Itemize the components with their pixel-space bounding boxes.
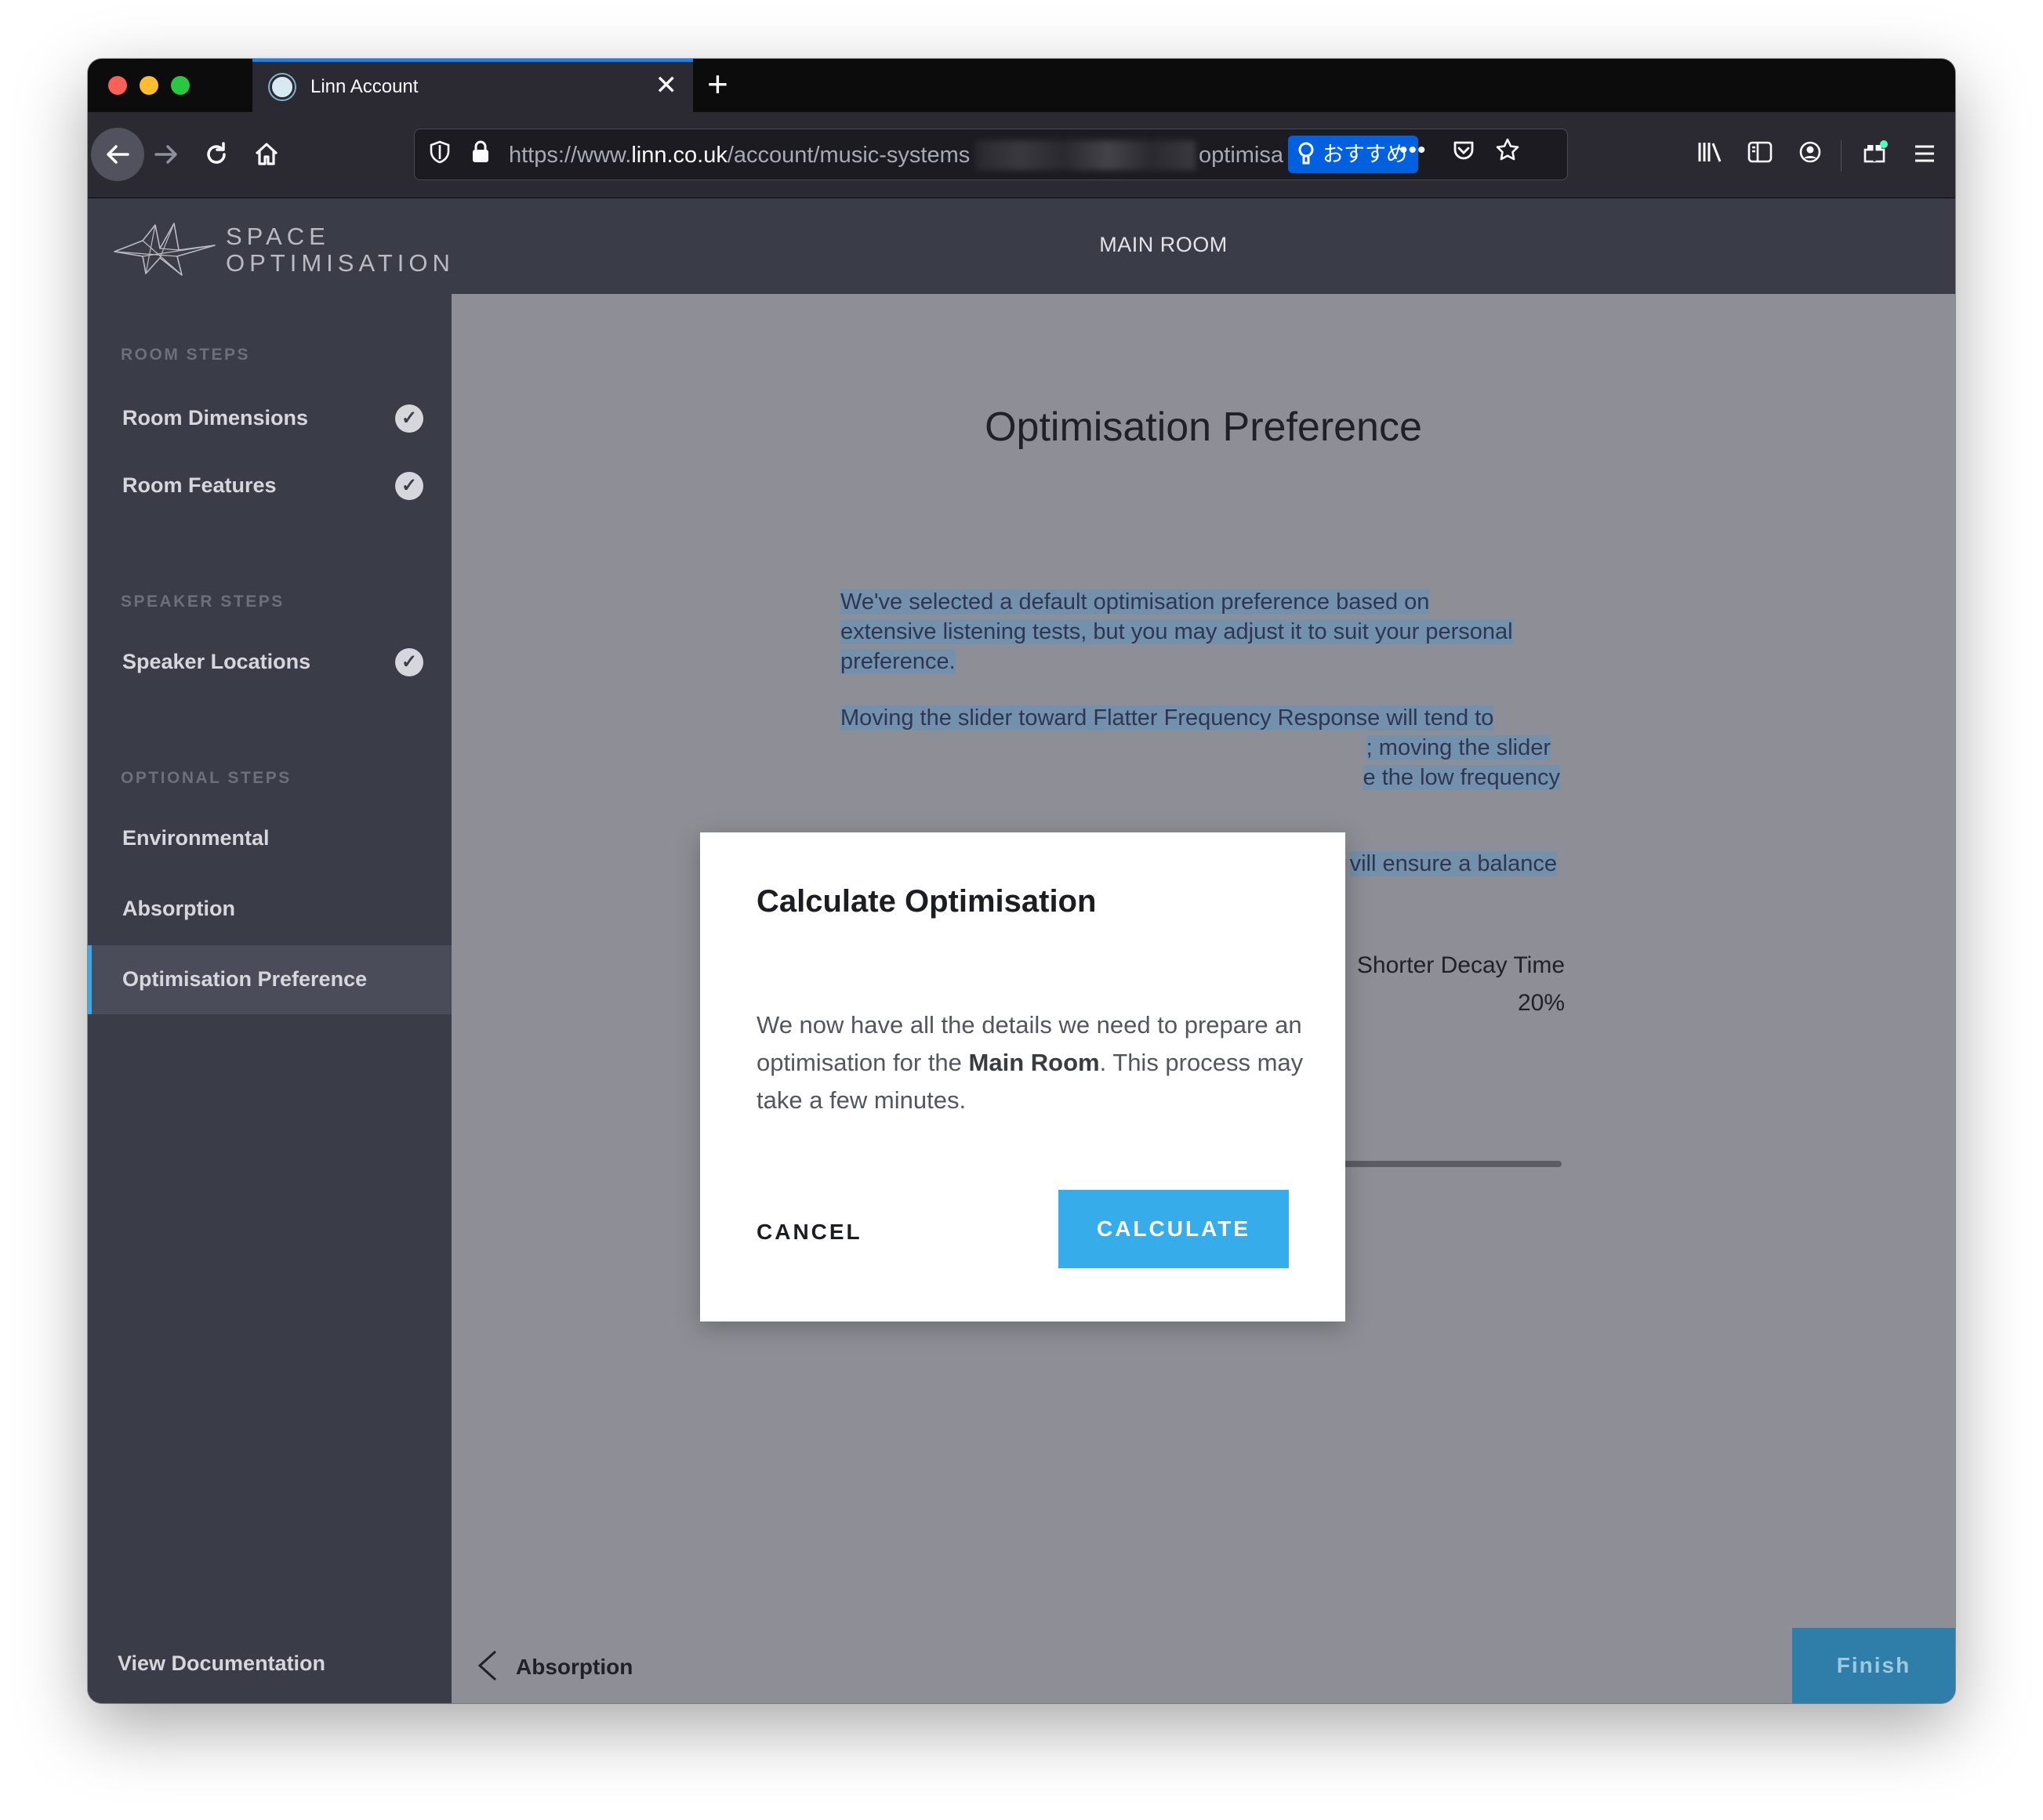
url-domain: linn.co.uk [631, 143, 728, 168]
tab-title: Linn Account [310, 76, 419, 97]
app-header: MAIN ROOM [452, 198, 1955, 294]
sidebar-item-label: Environmental [122, 826, 270, 850]
library-icon[interactable] [1692, 137, 1728, 173]
dialog-title: Calculate Optimisation [757, 884, 1097, 919]
room-steps-heading: ROOM STEPS [121, 346, 251, 364]
checkmark-icon: ✓ [395, 404, 423, 433]
close-window-button[interactable] [108, 76, 127, 95]
previous-step-label: Absorption [516, 1655, 633, 1679]
pocket-icon[interactable] [1448, 139, 1479, 170]
explanation-line: Moving the slider toward Flatter Frequen… [840, 705, 1494, 731]
sidebar-item-environmental[interactable]: Environmental [88, 804, 452, 873]
cancel-button[interactable]: CANCEL [757, 1220, 862, 1245]
tab-linn-account[interactable]: Linn Account ✕ [252, 59, 693, 112]
slider-right-label: Shorter Decay Time [1356, 952, 1565, 978]
intro-line: preference. [840, 649, 956, 674]
browser-window: Linn Account ✕ + https://www.linn.co.uk/… [88, 59, 1955, 1703]
intro-line: We've selected a default optimisation pr… [840, 589, 1430, 615]
account-icon[interactable] [1792, 137, 1828, 173]
url-text[interactable]: https://www.linn.co.uk/account/music-sys… [509, 143, 970, 169]
sidebar-item-room-features[interactable]: Room Features ✓ [88, 451, 452, 520]
steps-sidebar: SPACE OPTIMISATION ROOM STEPS Room Dimen… [88, 198, 452, 1703]
sidebar-item-absorption[interactable]: Absorption [88, 875, 452, 944]
logo-mark-icon [114, 223, 216, 276]
sidebar-item-label: Room Dimensions [122, 406, 309, 430]
lock-icon[interactable] [466, 140, 495, 169]
reload-icon [207, 142, 226, 164]
explanation-line: e the low frequency [1363, 765, 1560, 790]
tab-close-icon[interactable]: ✕ [655, 70, 678, 101]
space-optimisation-app: SPACE OPTIMISATION ROOM STEPS Room Dimen… [88, 198, 1955, 1703]
forward-button[interactable] [140, 128, 193, 181]
home-icon [255, 143, 278, 165]
sidebar-item-label: Absorption [122, 897, 235, 920]
page-title: Optimisation Preference [985, 404, 1422, 450]
bookmark-star-icon[interactable] [1492, 137, 1523, 169]
home-button[interactable] [240, 128, 293, 181]
speaker-steps-heading: SPEAKER STEPS [121, 593, 285, 611]
slider-explanation-paragraph: Moving the slider toward Flatter Frequen… [840, 703, 1562, 792]
balance-line: vill ensure a balance [1349, 851, 1557, 876]
new-tab-button[interactable]: + [707, 62, 728, 106]
lightbulb-icon [1297, 136, 1315, 179]
intro-paragraph: We've selected a default optimisation pr… [840, 587, 1562, 676]
sidebar-item-room-dimensions[interactable]: Room Dimensions ✓ [88, 384, 452, 453]
redacted-url-segment [976, 140, 1196, 170]
view-documentation-link[interactable]: View Documentation [118, 1651, 325, 1676]
calculate-button[interactable]: CALCULATE [1058, 1190, 1289, 1268]
intro-line: extensive listening tests, but you may a… [840, 619, 1513, 644]
explanation-line: ; moving the slider [1366, 735, 1551, 760]
dialog-room-name: Main Room [968, 1049, 1100, 1076]
forward-arrow-icon [154, 145, 177, 164]
page-actions-more-icon[interactable]: ••• [1399, 137, 1427, 164]
sidebar-toggle-icon[interactable] [1742, 137, 1778, 173]
minimize-window-button[interactable] [140, 76, 158, 95]
reload-button[interactable] [190, 128, 243, 181]
checkmark-icon: ✓ [395, 472, 423, 500]
sidebar-item-label: Optimisation Preference [122, 967, 368, 991]
notification-dot [1880, 140, 1888, 148]
tab-strip: Linn Account ✕ + [88, 59, 1955, 112]
url-prefix: https://www. [509, 143, 632, 168]
logo-line-space: SPACE [226, 223, 330, 250]
hamburger-menu-icon[interactable] [1907, 137, 1943, 173]
sidebar-item-label: Speaker Locations [122, 650, 311, 673]
back-button[interactable] [91, 128, 144, 181]
dialog-body: We now have all the details we need to p… [757, 1006, 1305, 1119]
finish-button[interactable]: Finish [1792, 1628, 1955, 1703]
sidebar-item-speaker-locations[interactable]: Speaker Locations ✓ [88, 628, 452, 697]
step-footer: Absorption Finish [452, 1628, 1955, 1703]
toolbar-separator [1841, 140, 1842, 172]
sidebar-item-label: Room Features [122, 473, 277, 497]
room-name: MAIN ROOM [1099, 233, 1228, 256]
linn-favicon-icon [270, 74, 295, 100]
checkmark-icon: ✓ [395, 648, 423, 676]
zoom-window-button[interactable] [171, 76, 190, 95]
tracking-shield-icon[interactable] [426, 140, 454, 169]
recommendation-label: おすすめ [1323, 143, 1407, 166]
logo-text: SPACE OPTIMISATION [226, 223, 455, 277]
navigation-toolbar: https://www.linn.co.uk/account/music-sys… [88, 112, 1955, 198]
sidebar-item-optimisation-preference[interactable]: Optimisation Preference [88, 945, 452, 1014]
space-optimisation-logo: SPACE OPTIMISATION [111, 217, 450, 280]
optional-steps-heading: OPTIONAL STEPS [121, 769, 292, 787]
url-tail: optimisa [1199, 143, 1283, 168]
extensions-icon[interactable] [1856, 137, 1892, 173]
url-path: /account/music-systems [727, 143, 971, 168]
address-bar[interactable]: https://www.linn.co.uk/account/music-sys… [414, 129, 1568, 180]
back-arrow-icon [107, 145, 129, 164]
slider-value: 20% [1517, 990, 1565, 1016]
chevron-left-icon [474, 1647, 500, 1691]
logo-line-optimisation: OPTIMISATION [226, 249, 455, 277]
calculate-optimisation-dialog: Calculate Optimisation We now have all t… [700, 832, 1345, 1321]
